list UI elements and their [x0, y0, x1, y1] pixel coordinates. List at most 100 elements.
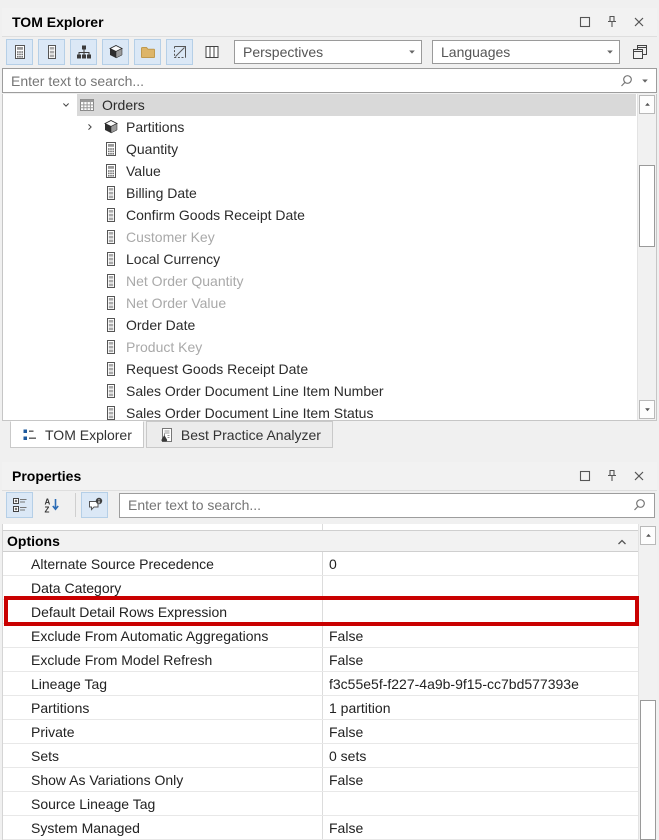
categorized-view-button[interactable] — [6, 492, 33, 518]
tree-item-partitions[interactable]: Partitions — [3, 116, 636, 138]
tree-item-label: Customer Key — [126, 229, 215, 245]
property-value[interactable]: False — [323, 648, 638, 671]
close-icon[interactable] — [631, 468, 647, 484]
alphabetical-sort-button[interactable]: AZ — [38, 492, 65, 518]
property-value[interactable] — [323, 792, 638, 815]
options-section-header[interactable]: Options — [3, 530, 638, 552]
tree-item-net-order-value[interactable]: Net Order Value — [3, 292, 636, 314]
properties-search-input[interactable] — [120, 493, 632, 517]
property-row-sets[interactable]: Sets 0 sets — [3, 744, 638, 768]
options-section-label: Options — [7, 533, 60, 549]
callout-icon — [87, 497, 103, 513]
property-row-default-detail-rows-expression[interactable]: Default Detail Rows Expression — [3, 596, 639, 626]
toggle-hierarchies-button[interactable] — [70, 39, 97, 65]
tab-tom-explorer[interactable]: TOM Explorer — [10, 421, 144, 448]
property-row-private[interactable]: Private False — [3, 720, 638, 744]
column-icon — [102, 251, 119, 268]
tree-expander-icon[interactable] — [55, 94, 77, 116]
tree-item-body: Billing Date — [101, 182, 636, 204]
scroll-down-icon — [643, 405, 652, 414]
property-row-partitions[interactable]: Partitions 1 partition — [3, 696, 638, 720]
tree-item-sales-order-document-line-item-number[interactable]: Sales Order Document Line Item Number — [3, 380, 636, 402]
tab-label: TOM Explorer — [45, 426, 132, 443]
property-row-exclude-from-automatic-aggregations[interactable]: Exclude From Automatic Aggregations False — [3, 624, 638, 648]
maximize-icon[interactable] — [577, 14, 593, 30]
toggle-display-folders-button[interactable] — [134, 39, 161, 65]
property-name: Exclude From Automatic Aggregations — [3, 624, 323, 647]
property-value[interactable]: f3c55e5f-f227-4a9b-9f15-cc7bd577393e — [323, 672, 638, 695]
languages-dropdown[interactable]: Languages — [432, 40, 620, 64]
column-icon — [102, 207, 119, 224]
toggle-partitions-button[interactable] — [102, 39, 129, 65]
property-row-lineage-tag[interactable]: Lineage Tag f3c55e5f-f227-4a9b-9f15-cc7bd… — [3, 672, 638, 696]
tree-item-body: Customer Key — [101, 226, 636, 248]
toggle-columns-button[interactable] — [38, 39, 65, 65]
tree-item-label: Partitions — [126, 119, 185, 135]
close-icon[interactable] — [631, 14, 647, 30]
property-row-exclude-from-model-refresh[interactable]: Exclude From Model Refresh False — [3, 648, 638, 672]
search-icon[interactable] — [619, 73, 635, 89]
column-icon — [102, 229, 119, 246]
toggle-measures-button[interactable] — [6, 39, 33, 65]
property-row-data-category[interactable]: Data Category — [3, 576, 638, 600]
tree-scrollbar[interactable] — [637, 94, 656, 420]
scrollbar-thumb[interactable] — [639, 165, 655, 247]
tree-item-sales-order-document-line-item-status[interactable]: Sales Order Document Line Item Status — [3, 402, 636, 420]
pin-icon[interactable] — [604, 468, 620, 484]
tree-expander-icon[interactable] — [79, 116, 101, 138]
caret-down-icon[interactable] — [640, 76, 650, 86]
property-name: Lineage Tag — [3, 672, 323, 695]
tom-search-input[interactable] — [3, 69, 619, 92]
folder-icon — [140, 44, 156, 60]
property-description-button[interactable] — [81, 492, 108, 518]
property-value[interactable]: False — [323, 624, 638, 647]
tree-item-quantity[interactable]: Quantity — [3, 138, 636, 160]
scroll-up-button[interactable] — [640, 526, 656, 545]
property-row-system-managed[interactable]: System Managed False — [3, 816, 638, 840]
property-value[interactable]: 1 partition — [323, 696, 638, 719]
search-icon[interactable] — [632, 497, 648, 513]
properties-scrollbar[interactable] — [638, 524, 657, 840]
tree-item-body: Quantity — [101, 138, 636, 160]
perspectives-dropdown[interactable]: Perspectives — [234, 40, 422, 64]
tom-toolbar-buttons — [6, 39, 230, 65]
property-value[interactable]: False — [323, 720, 638, 743]
property-value[interactable]: False — [323, 816, 638, 839]
property-name: Alternate Source Precedence — [3, 552, 323, 575]
property-value[interactable]: 0 sets — [323, 744, 638, 767]
tree-item-body: Net Order Quantity — [101, 270, 636, 292]
column-icon — [102, 383, 119, 400]
tree-item-customer-key[interactable]: Customer Key — [3, 226, 636, 248]
tab-best-practice-analyzer[interactable]: Best Practice Analyzer — [145, 421, 333, 448]
property-name: Exclude From Model Refresh — [3, 648, 323, 671]
property-value[interactable]: 0 — [323, 552, 638, 575]
scroll-up-button[interactable] — [639, 95, 655, 114]
property-value[interactable] — [323, 600, 638, 623]
property-row-source-lineage-tag[interactable]: Source Lineage Tag — [3, 792, 638, 816]
tree-item-value[interactable]: Value — [3, 160, 636, 182]
tree-expander-slot — [79, 160, 101, 182]
property-value[interactable]: False — [323, 768, 638, 791]
column-icon — [102, 273, 119, 290]
tree-item-net-order-quantity[interactable]: Net Order Quantity — [3, 270, 636, 292]
scroll-down-button[interactable] — [639, 400, 655, 419]
toggle-hidden-objects-button[interactable] — [166, 39, 193, 65]
maximize-icon[interactable] — [577, 468, 593, 484]
tree-item-orders[interactable]: Orders — [3, 94, 636, 116]
svg-text:Z: Z — [44, 506, 49, 514]
tree-item-billing-date[interactable]: Billing Date — [3, 182, 636, 204]
property-value[interactable] — [323, 576, 638, 599]
scrollbar-thumb[interactable] — [640, 700, 656, 840]
property-row-show-as-variations-only[interactable]: Show As Variations Only False — [3, 768, 638, 792]
property-row-alternate-source-precedence[interactable]: Alternate Source Precedence 0 — [3, 552, 638, 576]
tree-item-order-date[interactable]: Order Date — [3, 314, 636, 336]
tree-item-product-key[interactable]: Product Key — [3, 336, 636, 358]
toggle-column-view-button[interactable] — [198, 39, 225, 65]
chevron-up-icon[interactable] — [614, 534, 630, 550]
tree-item-request-goods-receipt-date[interactable]: Request Goods Receipt Date — [3, 358, 636, 380]
tree-item-confirm-goods-receipt-date[interactable]: Confirm Goods Receipt Date — [3, 204, 636, 226]
cascade-windows-icon[interactable] — [632, 44, 648, 60]
pin-icon[interactable] — [604, 14, 620, 30]
tree-expander-slot — [79, 336, 101, 358]
tree-item-local-currency[interactable]: Local Currency — [3, 248, 636, 270]
